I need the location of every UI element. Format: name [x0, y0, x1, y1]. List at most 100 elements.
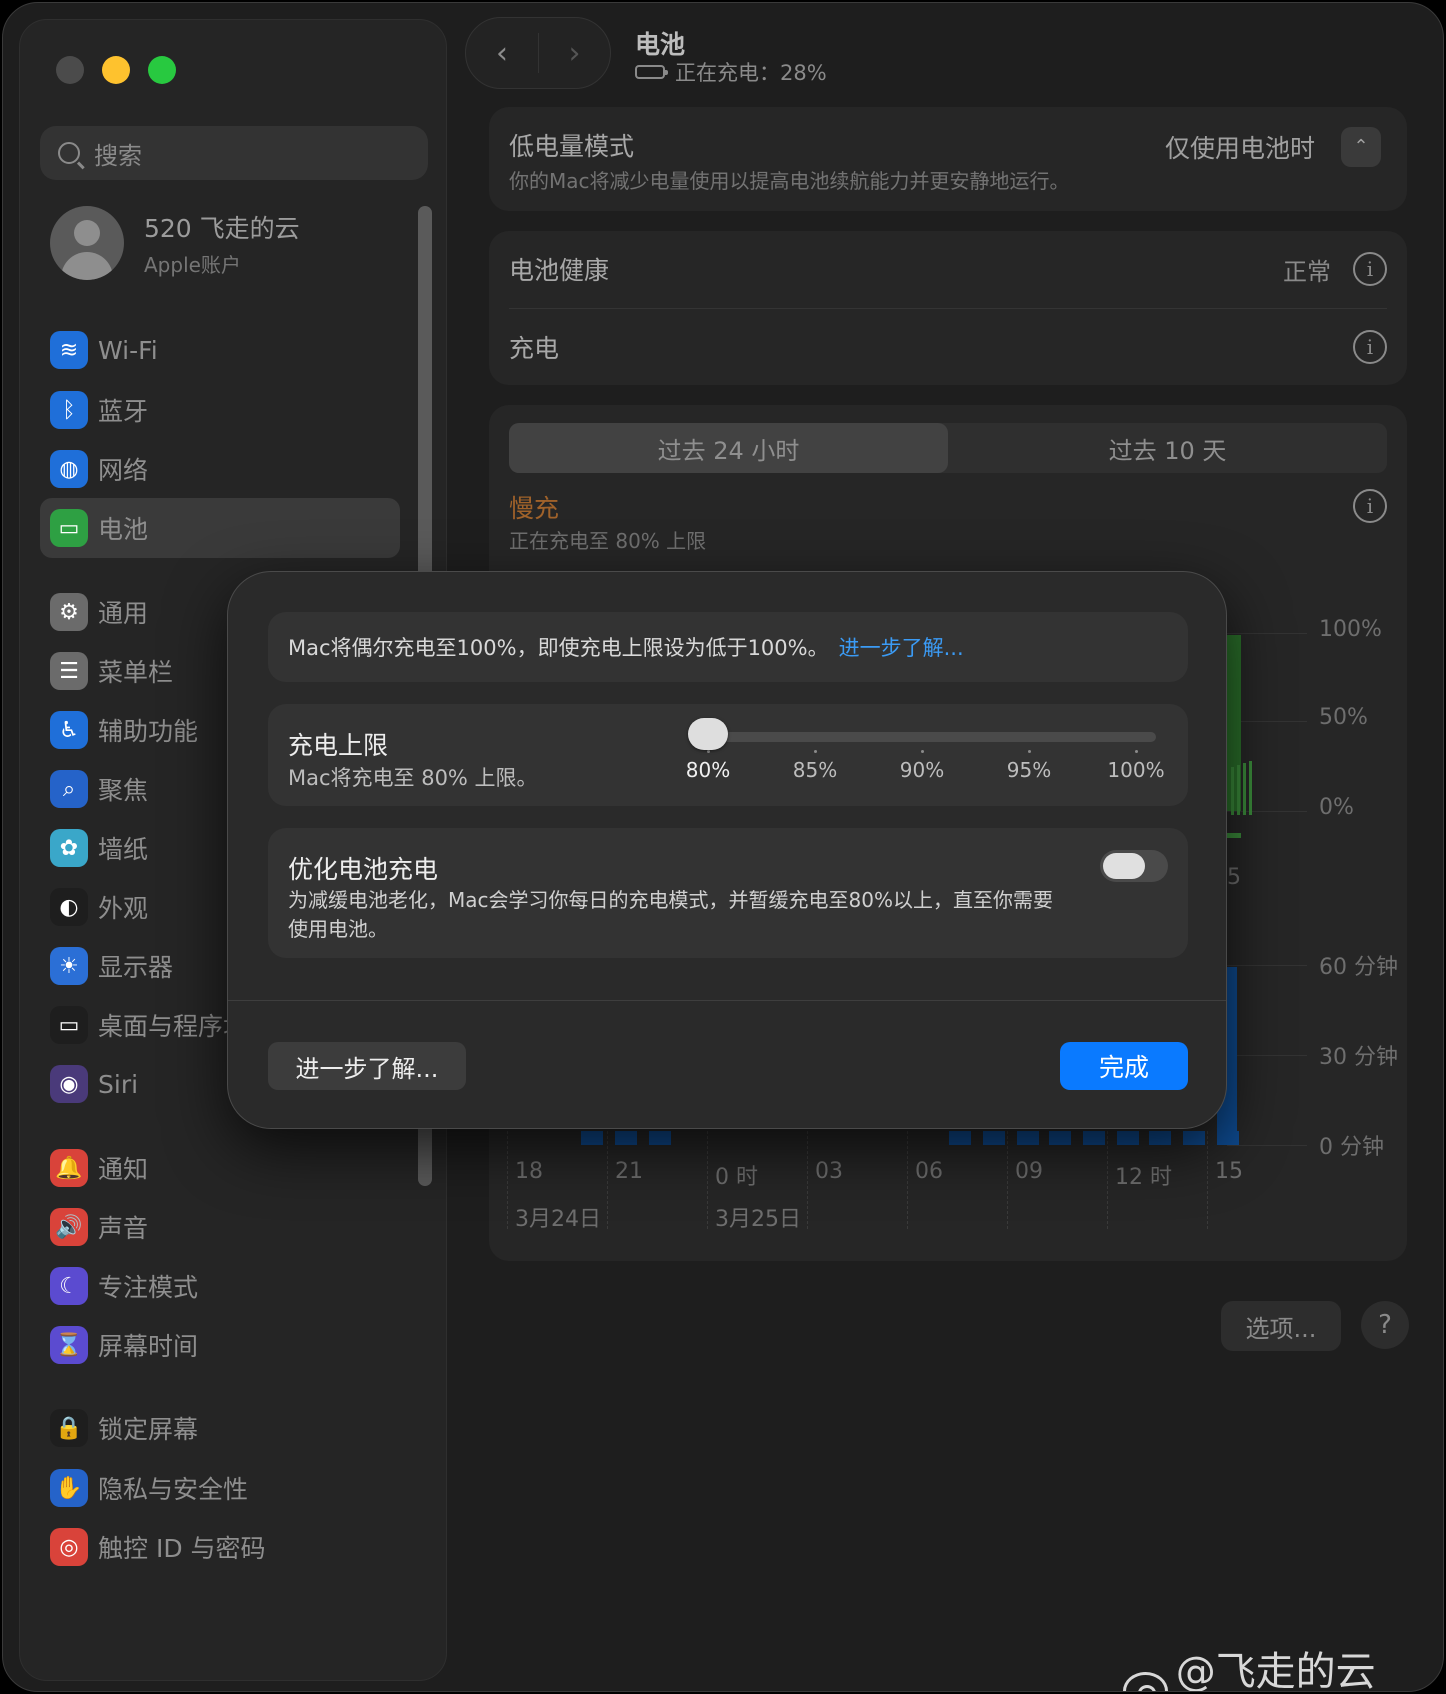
gear-icon: ⚙ — [50, 593, 88, 631]
charge-limit-slider[interactable] — [688, 732, 1156, 742]
minimize-window-button[interactable] — [102, 56, 130, 84]
globe-icon: ◍ — [50, 450, 88, 488]
slider-option-label[interactable]: 100% — [1107, 758, 1164, 782]
note-learn-more-link[interactable]: 进一步了解... — [839, 632, 964, 662]
slider-option-label[interactable]: 90% — [900, 758, 944, 782]
grid-line — [1207, 1131, 1208, 1229]
sidebar-item-label: 墙纸 — [98, 835, 149, 864]
grid-line — [907, 1131, 908, 1229]
moon-icon: ☾ — [50, 1267, 88, 1305]
sidebar-item-13[interactable]: 🔔 通知 — [40, 1138, 400, 1198]
charge-limit-title: 充电上限 — [288, 731, 389, 760]
sidebar-item-2[interactable]: ◍ 网络 — [40, 439, 400, 499]
sidebar-item-label: Wi-Fi — [98, 335, 158, 365]
slider-option-label[interactable]: 80% — [686, 758, 730, 782]
usage-bar — [1149, 1131, 1171, 1145]
charge-limit-desc: Mac将充电至 80% 上限。 — [288, 766, 538, 790]
info-icon[interactable]: i — [1353, 252, 1387, 286]
slider-tick — [1135, 750, 1138, 753]
low-power-title: 低电量模式 — [509, 132, 635, 161]
level-axis-label: 100% — [1319, 617, 1382, 642]
low-power-desc: 你的Mac将减少电量使用以提高电池续航能力并更安静地运行。 — [509, 169, 1070, 193]
sidebar-item-label: 辅助功能 — [98, 717, 199, 746]
sidebar-item-15[interactable]: ☾ 专注模式 — [40, 1256, 400, 1316]
fingerprint-icon: ◎ — [50, 1528, 88, 1566]
close-window-button[interactable] — [56, 56, 84, 84]
slider-option-label[interactable]: 85% — [793, 758, 837, 782]
usage-axis-label: 0 分钟 — [1319, 1135, 1384, 1160]
charge-limit-card: 充电上限 Mac将充电至 80% 上限。 80% 85% 90% 95% 100% — [268, 704, 1188, 806]
maximize-window-button[interactable] — [148, 56, 176, 84]
usage-bar — [1083, 1131, 1105, 1145]
speaker-icon: 🔊 — [50, 1208, 88, 1246]
tab-24h[interactable]: 过去 24 小时 — [509, 423, 948, 473]
forward-button[interactable]: › — [538, 33, 610, 73]
info-icon[interactable]: i — [1353, 330, 1387, 364]
bluetooth-icon: ᛒ — [50, 391, 88, 429]
page-subtitle: 正在充电：28% — [635, 57, 827, 87]
charge-mode-desc: 正在充电至 80% 上限 — [509, 529, 707, 553]
grid-line — [1227, 1145, 1307, 1146]
bell-icon: 🔔 — [50, 1149, 88, 1187]
grid-line — [607, 1131, 608, 1229]
charging-label: 充电 — [509, 334, 560, 363]
sidebar-item-3[interactable]: ▭ 电池 — [40, 498, 400, 558]
weibo-icon — [1123, 1672, 1168, 1691]
optimize-toggle[interactable] — [1100, 850, 1168, 882]
search-input[interactable]: 搜索 — [40, 126, 428, 180]
grid-line — [1227, 965, 1307, 966]
level-bar — [1237, 765, 1240, 815]
learn-more-button[interactable]: 进一步了解... — [268, 1042, 466, 1090]
sidebar-item-label: 外观 — [98, 894, 149, 923]
sidebar-item-19[interactable]: ◎ 触控 ID 与密码 — [40, 1517, 400, 1577]
sidebar-item-18[interactable]: ✋ 隐私与安全性 — [40, 1458, 400, 1518]
slider-tick — [921, 750, 924, 753]
sidebar-item-1[interactable]: ᛒ 蓝牙 — [40, 380, 400, 440]
spotlight-icon: ⌕ — [50, 770, 88, 808]
grid-line — [807, 1131, 808, 1229]
grid-line — [507, 1131, 508, 1229]
done-button[interactable]: 完成 — [1060, 1042, 1188, 1090]
optimize-title: 优化电池充电 — [288, 855, 439, 884]
options-button[interactable]: 选项... — [1221, 1301, 1341, 1351]
account-sub: Apple账户 — [144, 252, 241, 277]
wallpaper-icon: ✿ — [50, 829, 88, 867]
date-label: 3月25日 — [715, 1207, 801, 1232]
back-button[interactable]: ‹ — [466, 17, 538, 89]
grid-line — [1007, 1131, 1008, 1229]
slider-tick — [707, 750, 710, 753]
level-bar — [1249, 761, 1252, 815]
usage-bar — [949, 1131, 971, 1145]
level-bar — [1227, 833, 1241, 838]
help-button[interactable]: ? — [1361, 1301, 1409, 1349]
time-tick-label: 5 — [1227, 865, 1241, 890]
settings-window: 搜索 520 飞走的云 Apple账户 ≋ Wi-Fi ᛒ 蓝牙 ◍ 网络 ▭ 电池 ⚙ 通用 ☰ 菜… — [2, 2, 1444, 1692]
tab-10d[interactable]: 过去 10 天 — [948, 423, 1387, 473]
charge-limit-dialog: Mac将偶尔充电至100%，即使充电上限设为低于100%。 进一步了解... 充… — [227, 571, 1227, 1129]
time-tick-label: 15 — [1215, 1159, 1243, 1184]
sidebar-item-14[interactable]: 🔊 声音 — [40, 1197, 400, 1257]
time-tick-label: 03 — [815, 1159, 843, 1184]
sidebar-item-label: Siri — [98, 1069, 139, 1099]
display-icon: ☀ — [50, 947, 88, 985]
sidebar-item-0[interactable]: ≋ Wi-Fi — [40, 320, 400, 380]
battery-charging-icon — [635, 65, 668, 79]
time-tick-label: 09 — [1015, 1159, 1043, 1184]
sidebar-item-label: 声音 — [98, 1214, 149, 1243]
health-card: 电池健康 正常 i 充电 i — [489, 231, 1407, 385]
sidebar-item-17[interactable]: 🔒 锁定屏幕 — [40, 1398, 400, 1458]
usage-bar — [649, 1131, 671, 1145]
chevron-right-icon: › — [568, 35, 581, 71]
hand-icon: ✋ — [50, 1469, 88, 1507]
sidebar-item-label: 显示器 — [98, 953, 174, 982]
slider-thumb[interactable] — [688, 718, 728, 750]
sidebar-item-16[interactable]: ⌛ 屏幕时间 — [40, 1315, 400, 1375]
info-icon[interactable]: i — [1353, 489, 1387, 523]
dock-icon: ▭ — [50, 1006, 88, 1044]
updown-chevron-icon[interactable]: ⌃ — [1341, 127, 1381, 167]
low-power-select[interactable]: 仅使用电池时 — [1165, 129, 1315, 165]
slider-option-label[interactable]: 95% — [1007, 758, 1051, 782]
grid-line — [1107, 1131, 1108, 1229]
account-item[interactable]: 520 飞走的云 Apple账户 — [50, 206, 300, 280]
page-title: 电池 — [635, 30, 686, 59]
